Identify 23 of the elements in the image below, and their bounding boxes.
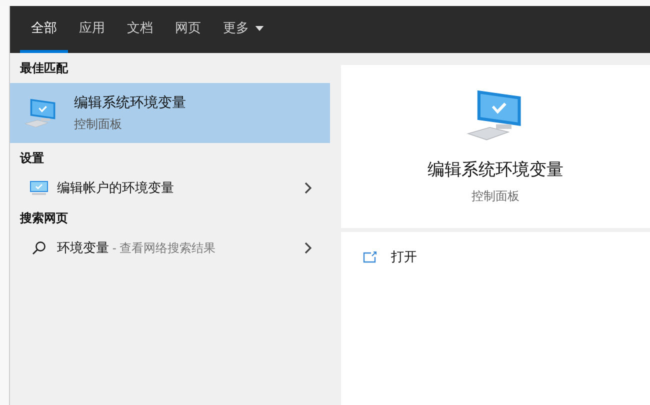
result-item[interactable]: 环境变量 - 查看网络搜索结果 <box>10 233 330 263</box>
section-heading: 最佳匹配 <box>19 60 69 77</box>
search-icon <box>32 241 46 255</box>
section-heading: 设置 <box>18 150 45 167</box>
open-icon <box>363 251 377 263</box>
filter-tab[interactable]: 网页 <box>164 6 212 53</box>
open-action[interactable]: 打开 <box>341 244 650 270</box>
result-title: 编辑系统环境变量 <box>74 93 186 112</box>
result-item[interactable]: 编辑帐户的环境变量 <box>10 173 330 203</box>
preview-title: 编辑系统环境变量 <box>428 159 564 181</box>
monitor-icon <box>29 180 49 196</box>
result-title: 编辑帐户的环境变量 <box>57 179 174 198</box>
preview-subtitle: 控制面板 <box>472 188 520 204</box>
result-title: 环境变量 - 查看网络搜索结果 <box>57 239 216 258</box>
chevron-right-icon <box>304 242 312 254</box>
section-heading: 搜索网页 <box>18 210 69 227</box>
filter-tab[interactable]: 应用 <box>68 6 116 53</box>
filter-tab[interactable]: 文档 <box>116 6 164 53</box>
best-match-item[interactable]: 编辑系统环境变量 控制面板 <box>10 83 330 143</box>
caret-icon <box>255 26 264 30</box>
chevron-right-icon <box>304 182 312 194</box>
filter-tab[interactable]: 更多 <box>212 6 275 53</box>
result-subtitle: 控制面板 <box>74 116 123 133</box>
